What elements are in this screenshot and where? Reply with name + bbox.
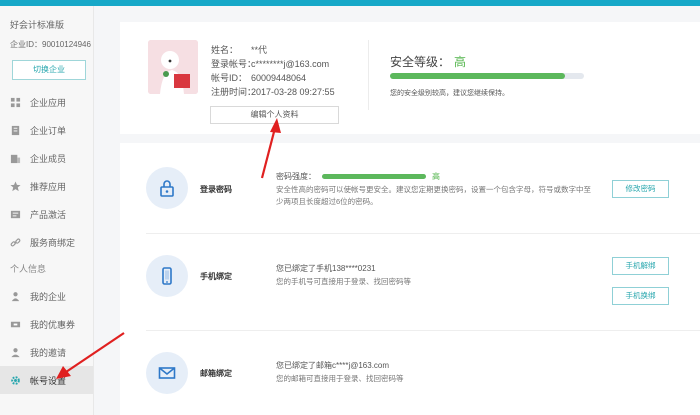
sidebar-item-my-invites[interactable]: 我的邀请 <box>0 338 93 366</box>
password-strength: 密码强度： 高 <box>276 170 440 183</box>
password-title: 登录密码 <box>200 185 232 194</box>
product-edition: 好会计标准版 <box>10 20 65 30</box>
sidebar-item-recommended-apps[interactable]: 推荐应用 <box>0 172 93 200</box>
gear-icon <box>10 375 21 386</box>
phone-description: 您的手机号可直接用于登录、找回密码等 <box>276 277 411 286</box>
mail-icon <box>158 367 176 379</box>
sidebar-item-product-activation[interactable]: 产品激活 <box>0 200 93 228</box>
phone-row: 手机绑定 您已绑定了手机138****0231 您的手机号可直接用于登录、找回密… <box>120 234 700 330</box>
edit-profile-button[interactable]: 编辑个人资料 <box>210 106 339 124</box>
sidebar-group-personal: 个人信息 <box>10 264 47 274</box>
profile-reg-row: 注册时间：2017-03-28 09:27:55 <box>211 85 335 98</box>
security-level-note: 您的安全级别较高，建议您继续保持。 <box>390 90 509 97</box>
invite-icon <box>10 347 21 358</box>
security-level-label: 安全等级： <box>390 55 451 69</box>
security-level-value: 高 <box>454 55 467 69</box>
password-strength-bar <box>322 174 426 180</box>
security-level-title: 安全等级：高 <box>390 53 466 70</box>
sidebar-item-label: 企业成员 <box>30 153 67 164</box>
sidebar-item-label: 帐号设置 <box>30 375 67 386</box>
star-icon <box>10 180 21 192</box>
account-id-value: 60009448064 <box>251 73 307 83</box>
account-value: c********j@163.com <box>251 59 330 69</box>
email-title: 邮箱绑定 <box>200 369 232 378</box>
order-icon <box>10 125 21 136</box>
mobile-phone-icon <box>162 267 172 285</box>
email-bound-text: 您已绑定了邮箱c****j@163.com <box>276 361 390 370</box>
reg-time-label: 注册时间： <box>211 87 257 97</box>
reg-time-value: 2017-03-28 09:27:55 <box>251 87 335 97</box>
members-icon <box>10 153 21 164</box>
sidebar-item-label: 企业应用 <box>30 97 67 108</box>
email-row-icon <box>146 352 188 394</box>
password-row-icon <box>146 167 188 209</box>
password-strength-label: 密码强度： <box>276 172 316 181</box>
profile-id-row: 帐号ID： 60009448064 <box>211 71 306 84</box>
sidebar: 好会计标准版 企业ID：90010124946 切换企业 企业应用 企业订单 企… <box>0 6 94 415</box>
security-level-fill <box>390 73 565 79</box>
email-description: 您的邮箱可直接用于登录、找回密码等 <box>276 374 404 383</box>
profile-name-row: 姓名： **代 <box>211 43 267 56</box>
account-label: 登录帐号： <box>211 59 257 69</box>
grid-icon <box>10 97 21 108</box>
enterprise-id: 企业ID：90010124946 <box>10 40 91 49</box>
sidebar-item-service-binding[interactable]: 服务商绑定 <box>0 228 93 256</box>
sidebar-item-enterprise-members[interactable]: 企业成员 <box>0 144 93 172</box>
name-value: **代 <box>251 45 268 55</box>
password-description: 安全性高的密码可以使帐号更安全。建议您定期更换密码，设置一个包含字母，符号或数字… <box>276 185 591 206</box>
phone-row-icon <box>146 255 188 297</box>
unbind-phone-button[interactable]: 手机解绑 <box>612 257 669 275</box>
sidebar-item-my-enterprise[interactable]: 我的企业 <box>0 282 93 310</box>
sidebar-item-label: 产品激活 <box>30 209 67 220</box>
top-brand-bar <box>0 0 700 6</box>
lock-icon <box>160 180 174 197</box>
password-row: 登录密码 密码强度： 高 安全性高的密码可以使帐号更安全。建议您定期更换密码，设置… <box>120 143 700 233</box>
sidebar-item-label: 我的邀请 <box>30 347 67 358</box>
account-settings-panel: 登录密码 密码强度： 高 安全性高的密码可以使帐号更安全。建议您定期更换密码，设置… <box>120 143 700 415</box>
sidebar-item-label: 企业订单 <box>30 125 67 136</box>
sidebar-item-label: 服务商绑定 <box>30 237 76 248</box>
profile-card: 姓名： **代 登录帐号：c********j@163.com 帐号ID： 6000… <box>120 22 700 134</box>
sidebar-item-label: 我的企业 <box>30 291 67 302</box>
person-icon <box>10 291 21 302</box>
change-password-button[interactable]: 修改密码 <box>612 180 669 198</box>
coupon-icon <box>10 319 21 330</box>
sidebar-item-my-coupons[interactable]: 我的优惠券 <box>0 310 93 338</box>
phone-bound-text: 您已绑定了手机138****0231 <box>276 264 376 273</box>
password-strength-fill <box>322 174 426 180</box>
sidebar-menu: 企业应用 企业订单 企业成员 推荐应用 产品激活 服务商绑定 个人信息 我的企业 <box>0 88 93 394</box>
password-strength-level: 高 <box>432 172 440 181</box>
sidebar-item-account-settings[interactable]: 帐号设置 <box>0 366 93 394</box>
email-row: 邮箱绑定 您已绑定了邮箱c****j@163.com 您的邮箱可直接用于登录、找… <box>120 331 700 415</box>
profile-account-row: 登录帐号：c********j@163.com <box>211 57 329 70</box>
account-id-label: 帐号ID： <box>211 73 248 83</box>
sidebar-item-label: 推荐应用 <box>30 181 67 192</box>
avatar[interactable] <box>148 40 198 94</box>
name-label: 姓名： <box>211 45 239 55</box>
sidebar-item-label: 我的优惠券 <box>30 319 76 330</box>
activation-icon <box>10 209 21 220</box>
sidebar-item-enterprise-orders[interactable]: 企业订单 <box>0 116 93 144</box>
security-level-bar <box>390 73 584 79</box>
switch-enterprise-button[interactable]: 切换企业 <box>12 60 86 80</box>
sidebar-item-enterprise-apps[interactable]: 企业应用 <box>0 88 93 116</box>
change-phone-button[interactable]: 手机换绑 <box>612 287 669 305</box>
profile-divider <box>368 40 369 110</box>
phone-title: 手机绑定 <box>200 272 232 281</box>
link-icon <box>10 237 21 248</box>
